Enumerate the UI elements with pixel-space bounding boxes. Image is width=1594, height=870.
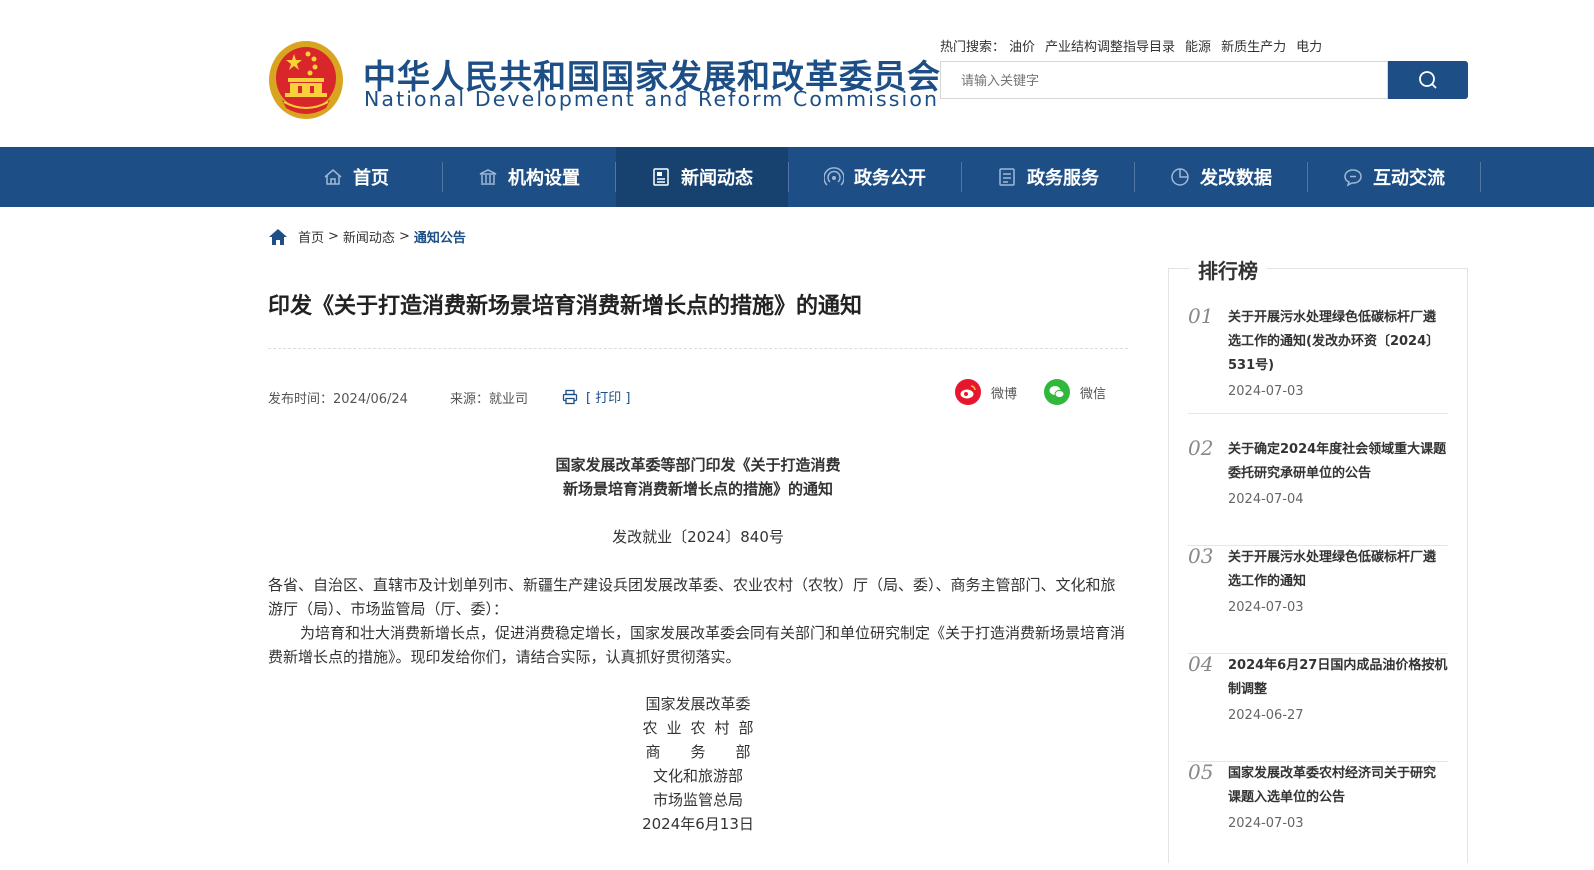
ranking-number: 01 bbox=[1188, 304, 1214, 328]
nav-item-interaction[interactable]: 互动交流 bbox=[1308, 147, 1480, 207]
signer: 国家发展改革委 bbox=[645, 695, 751, 713]
ranking-item[interactable]: 05 国家发展改革委农村经济司关于研究课题入选单位的公告 2024-07-03 bbox=[1188, 760, 1448, 870]
weibo-icon bbox=[955, 379, 981, 405]
breadcrumb-current[interactable]: 通知公告 bbox=[414, 227, 466, 246]
recipients-paragraph: 各省、自治区、直辖市及计划单列市、新疆生产建设兵团发展改革委、农业农村（农牧）厅… bbox=[268, 576, 1116, 618]
building-icon bbox=[479, 169, 497, 185]
ranking-item-title[interactable]: 国家发展改革委农村经济司关于研究课题入选单位的公告 bbox=[1228, 762, 1448, 810]
breadcrumb-news-link[interactable]: 新闻动态 bbox=[343, 227, 395, 246]
document-title: 国家发展改革委等部门印发《关于打造消费 新场景培育消费新增长点的措施》的通知 bbox=[268, 453, 1128, 501]
publish-date: 发布时间：2024/06/24 bbox=[268, 392, 408, 407]
home-icon bbox=[324, 169, 342, 185]
ranking-item-date: 2024-07-03 bbox=[1228, 816, 1304, 831]
nav-item-home[interactable]: 首页 bbox=[270, 147, 442, 207]
nav-item-label: 新闻动态 bbox=[681, 168, 753, 189]
nav-item-label: 发改数据 bbox=[1200, 168, 1272, 189]
ranking-item-date: 2024-07-03 bbox=[1228, 600, 1304, 615]
nav-divider bbox=[1480, 162, 1481, 192]
search-button[interactable] bbox=[1388, 61, 1468, 99]
nav-item-label: 政务服务 bbox=[1027, 168, 1099, 189]
ranking-item[interactable]: 02 关于确定2024年度社会领域重大课题委托研究承研单位的公告 2024-07… bbox=[1188, 436, 1448, 546]
signer: 市场监管总局 bbox=[652, 791, 743, 809]
site-title-english[interactable]: National Development and Reform Commissi… bbox=[364, 87, 939, 111]
ranking-item-title[interactable]: 关于确定2024年度社会领域重大课题委托研究承研单位的公告 bbox=[1228, 438, 1448, 486]
ranking-number: 03 bbox=[1188, 544, 1214, 568]
document-icon bbox=[999, 168, 1015, 186]
search-box bbox=[940, 61, 1388, 100]
share-weibo-label: 微博 bbox=[991, 386, 1018, 402]
share-weibo-button[interactable]: 微博 bbox=[955, 379, 1017, 405]
article-source: 来源：就业司 bbox=[450, 392, 529, 407]
sign-date: 2024年6月13日 bbox=[642, 815, 754, 833]
national-emblem-logo[interactable] bbox=[268, 40, 344, 120]
search-input[interactable] bbox=[941, 62, 1383, 100]
chat-icon bbox=[1344, 169, 1362, 187]
wechat-icon bbox=[1044, 379, 1070, 405]
signature-block: 国家发展改革委 农业农村部 商务部 文化和旅游部 市场监管总局 2024年6月1… bbox=[568, 692, 828, 836]
hot-term-link[interactable]: 油价 bbox=[1009, 40, 1035, 55]
printer-icon bbox=[562, 389, 578, 404]
document-title-line: 国家发展改革委等部门印发《关于打造消费 bbox=[555, 456, 841, 474]
ranking-item-title[interactable]: 2024年6月27日国内成品油价格按机制调整 bbox=[1228, 654, 1448, 702]
nav-item-label: 机构设置 bbox=[508, 168, 580, 189]
ranking-number: 04 bbox=[1188, 652, 1214, 676]
breadcrumb: 首页 > 新闻动态 > 通知公告 bbox=[268, 227, 466, 246]
print-label: [ 打印 ] bbox=[586, 391, 631, 406]
ranking-item[interactable]: 01 关于开展污水处理绿色低碳标杆厂遴选工作的通知(发改办环资〔2024〕531… bbox=[1188, 304, 1448, 414]
hot-term-link[interactable]: 产业结构调整指导目录 bbox=[1045, 40, 1175, 55]
hot-term-link[interactable]: 新质生产力 bbox=[1221, 40, 1286, 55]
signer: 农业农村部 bbox=[642, 719, 763, 737]
search-icon bbox=[1419, 71, 1437, 89]
document-title-line: 新场景培育消费新增长点的措施》的通知 bbox=[562, 480, 833, 498]
hot-term-link[interactable]: 能源 bbox=[1185, 40, 1211, 55]
nav-item-label: 互动交流 bbox=[1373, 168, 1445, 189]
nav-item-gov-service[interactable]: 政务服务 bbox=[962, 147, 1134, 207]
ranking-item-date: 2024-07-04 bbox=[1228, 492, 1304, 507]
share-wechat-button[interactable]: 微信 bbox=[1044, 379, 1106, 405]
nav-item-news[interactable]: 新闻动态 bbox=[616, 147, 788, 207]
article-title: 印发《关于打造消费新场景培育消费新增长点的措施》的通知 bbox=[268, 294, 863, 319]
ranking-item[interactable]: 03 关于开展污水处理绿色低碳标杆厂遴选工作的通知 2024-07-03 bbox=[1188, 544, 1448, 654]
ranking-number: 05 bbox=[1188, 760, 1214, 784]
breadcrumb-separator: > bbox=[328, 229, 339, 244]
hot-search: 热门搜索： 油价 产业结构调整指导目录 能源 新质生产力 电力 bbox=[940, 36, 1332, 55]
ranking-number: 02 bbox=[1188, 436, 1214, 460]
nav-item-organization[interactable]: 机构设置 bbox=[443, 147, 615, 207]
article-body: 各省、自治区、直辖市及计划单列市、新疆生产建设兵团发展改革委、农业农村（农牧）厅… bbox=[268, 573, 1130, 669]
home-icon[interactable] bbox=[268, 228, 288, 246]
news-icon bbox=[653, 168, 669, 186]
ranking-item-title[interactable]: 关于开展污水处理绿色低碳标杆厂遴选工作的通知(发改办环资〔2024〕531号) bbox=[1228, 306, 1448, 378]
document-number: 发改就业〔2024〕840号 bbox=[612, 528, 784, 546]
broadcast-icon bbox=[824, 167, 844, 186]
ranking-item-date: 2024-06-27 bbox=[1228, 708, 1304, 723]
signer: 文化和旅游部 bbox=[652, 767, 743, 785]
ranking-item-date: 2024-07-03 bbox=[1228, 384, 1304, 399]
nav-item-data[interactable]: 发改数据 bbox=[1135, 147, 1307, 207]
breadcrumb-separator: > bbox=[398, 229, 410, 244]
ranking-title: 排行榜 bbox=[1190, 255, 1266, 284]
print-button[interactable]: [ 打印 ] bbox=[562, 387, 630, 406]
signer: 商务部 bbox=[645, 743, 781, 761]
body-paragraph: 为培育和壮大消费新增长点，促进消费稳定增长，国家发展改革委会同有关部门和单位研究… bbox=[268, 624, 1126, 666]
hot-search-label: 热门搜索： bbox=[940, 40, 1006, 55]
pie-chart-icon bbox=[1171, 168, 1189, 186]
main-nav: 首页 机构设置 新闻动态 政务公开 政务服务 发改数据 互动交流 bbox=[0, 147, 1594, 207]
title-divider bbox=[268, 348, 1128, 349]
site-header: 中华人民共和国国家发展和改革委员会 National Development a… bbox=[0, 0, 1594, 146]
nav-item-label: 首页 bbox=[353, 168, 389, 189]
nav-item-gov-affairs[interactable]: 政务公开 bbox=[789, 147, 961, 207]
hot-term-link[interactable]: 电力 bbox=[1296, 40, 1322, 55]
nav-item-label: 政务公开 bbox=[854, 168, 926, 189]
ranking-item[interactable]: 04 2024年6月27日国内成品油价格按机制调整 2024-06-27 bbox=[1188, 652, 1448, 762]
share-wechat-label: 微信 bbox=[1080, 386, 1107, 402]
breadcrumb-home-link[interactable]: 首页 bbox=[298, 227, 324, 246]
ranking-item-title[interactable]: 关于开展污水处理绿色低碳标杆厂遴选工作的通知 bbox=[1228, 546, 1448, 594]
